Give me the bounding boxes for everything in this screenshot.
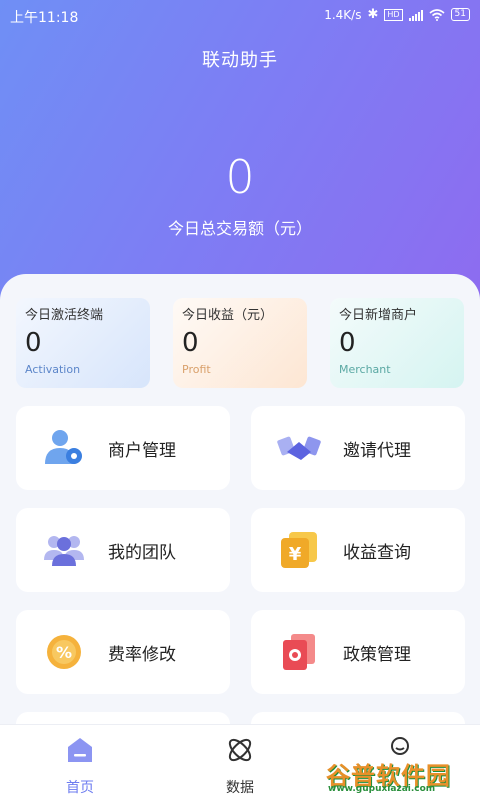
menu-label: 收益查询	[343, 543, 411, 563]
menu-label: 政策管理	[343, 645, 411, 665]
battery-icon: 51	[450, 8, 470, 21]
menu-earnings-query[interactable]: ¥ 收益查询	[251, 508, 465, 592]
stat-value: 0	[25, 328, 42, 358]
menu-label: 我的团队	[108, 543, 176, 563]
tab-label: 数据	[226, 780, 254, 796]
stat-value: 0	[339, 328, 356, 358]
hd-badge: HD	[384, 8, 403, 21]
stat-card-activation[interactable]: 今日激活终端 0 Activation	[16, 298, 150, 388]
handshake-icon	[277, 436, 321, 460]
tab-label: 首页	[66, 780, 94, 796]
tab-data[interactable]: 数据	[160, 735, 320, 797]
stat-en-label: Merchant	[339, 363, 391, 376]
watermark-url: www.gupuxiazai.com	[328, 784, 436, 794]
stat-card-merchant[interactable]: 今日新增商户 0 Merchant	[330, 298, 464, 388]
team-icon	[44, 536, 84, 566]
menu-policy-management[interactable]: 政策管理	[251, 610, 465, 694]
wifi-icon	[429, 8, 445, 21]
yuan-icon: ¥	[281, 532, 317, 568]
merchant-icon	[45, 430, 82, 464]
status-right: 1.4K/s ✱ HD 51	[324, 7, 470, 22]
menu-rate-modify[interactable]: % 费率修改	[16, 610, 230, 694]
atom-icon	[228, 738, 252, 762]
battery-level: 51	[454, 9, 466, 19]
stat-label: 今日激活终端	[25, 308, 104, 323]
svg-text:¥: ¥	[289, 544, 302, 565]
menu-label: 邀请代理	[343, 441, 411, 461]
stat-card-profit[interactable]: 今日收益（元） 0 Profit	[173, 298, 307, 388]
app-title: 联动助手	[202, 50, 278, 71]
main-panel: 今日激活终端 0 Activation 今日收益（元） 0 Profit 今日新…	[0, 274, 480, 752]
total-volume-label: 今日总交易额（元）	[167, 219, 312, 238]
stat-value: 0	[182, 328, 199, 358]
percent-icon: %	[47, 635, 81, 669]
policy-icon	[283, 634, 315, 670]
stat-label: 今日新增商户	[339, 308, 418, 323]
signal-icon	[408, 9, 423, 21]
home-icon	[68, 738, 92, 762]
menu-my-team[interactable]: 我的团队	[16, 508, 230, 592]
total-volume-value: 0	[225, 150, 255, 204]
network-speed: 1.4K/s	[324, 7, 362, 22]
status-bar: 上午11:18 1.4K/s ✱ HD 51	[0, 0, 480, 30]
stat-en-label: Activation	[25, 363, 81, 376]
stat-en-label: Profit	[182, 363, 211, 376]
stat-label: 今日收益（元）	[182, 308, 274, 323]
svg-text:%: %	[56, 643, 72, 662]
stats-row: 今日激活终端 0 Activation 今日收益（元） 0 Profit 今日新…	[16, 298, 464, 388]
menu-label: 费率修改	[108, 645, 176, 665]
status-time: 上午11:18	[10, 10, 79, 26]
tab-home[interactable]: 首页	[0, 735, 160, 797]
watermark: 谷普软件园 www.gupuxiazai.com	[326, 756, 476, 796]
menu-invite-agent[interactable]: 邀请代理	[251, 406, 465, 490]
menu-merchant-management[interactable]: 商户管理	[16, 406, 230, 490]
bluetooth-icon: ✱	[367, 7, 379, 22]
menu-label: 商户管理	[108, 441, 176, 461]
